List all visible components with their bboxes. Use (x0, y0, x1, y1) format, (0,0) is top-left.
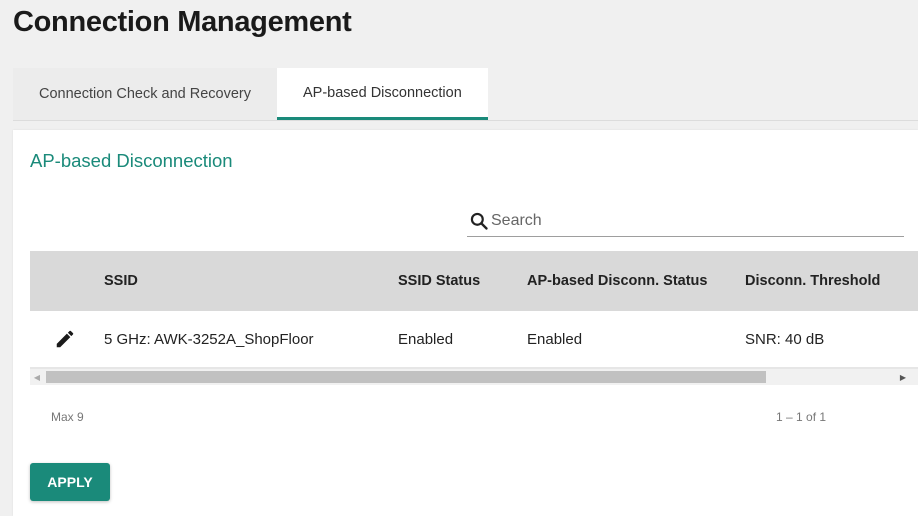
scroll-left-arrow-icon[interactable]: ◀ (30, 369, 44, 385)
pencil-icon[interactable] (54, 328, 76, 350)
page-title: Connection Management (13, 6, 352, 38)
cell-ssid-status: Enabled (398, 330, 454, 348)
horizontal-scrollbar[interactable]: ◀ ▶ (30, 368, 918, 385)
column-header-disconn-threshold[interactable]: Disconn. Threshold (745, 273, 880, 289)
cell-ap-disconn-status: Enabled (527, 330, 583, 348)
edit-button[interactable] (54, 328, 76, 350)
cell-ssid: 5 GHz: AWK-3252A_ShopFloor (104, 330, 314, 348)
tab-connection-check-and-recovery[interactable]: Connection Check and Recovery (13, 68, 277, 120)
table-header: SSID SSID Status AP-based Disconn. Statu… (30, 251, 918, 311)
column-header-ssid[interactable]: SSID (104, 273, 138, 289)
content-card: AP-based Disconnection SSID SSID Status … (13, 130, 918, 516)
max-entries-label: Max 9 (51, 410, 84, 424)
search-input[interactable] (491, 212, 891, 230)
tab-bar: Connection Check and Recovery AP-based D… (13, 68, 918, 121)
column-header-ap-disconn-status[interactable]: AP-based Disconn. Status (527, 273, 707, 289)
table-row: 5 GHz: AWK-3252A_ShopFloor Enabled Enabl… (30, 311, 918, 368)
search-icon[interactable] (469, 211, 489, 231)
column-header-ssid-status[interactable]: SSID Status (398, 273, 480, 289)
ssid-table: SSID SSID Status AP-based Disconn. Statu… (30, 251, 918, 385)
scroll-right-arrow-icon[interactable]: ▶ (896, 369, 910, 385)
scrollbar-thumb[interactable] (46, 371, 766, 383)
apply-button[interactable]: APPLY (30, 463, 110, 501)
pagination-range: 1 – 1 of 1 (776, 410, 827, 424)
search-box (467, 206, 904, 237)
table-footer: Max 9 1 – 1 of 1 (30, 410, 918, 430)
tab-ap-based-disconnection[interactable]: AP-based Disconnection (276, 68, 488, 120)
section-title: AP-based Disconnection (30, 150, 233, 171)
cell-disconn-threshold: SNR: 40 dB (745, 330, 825, 348)
